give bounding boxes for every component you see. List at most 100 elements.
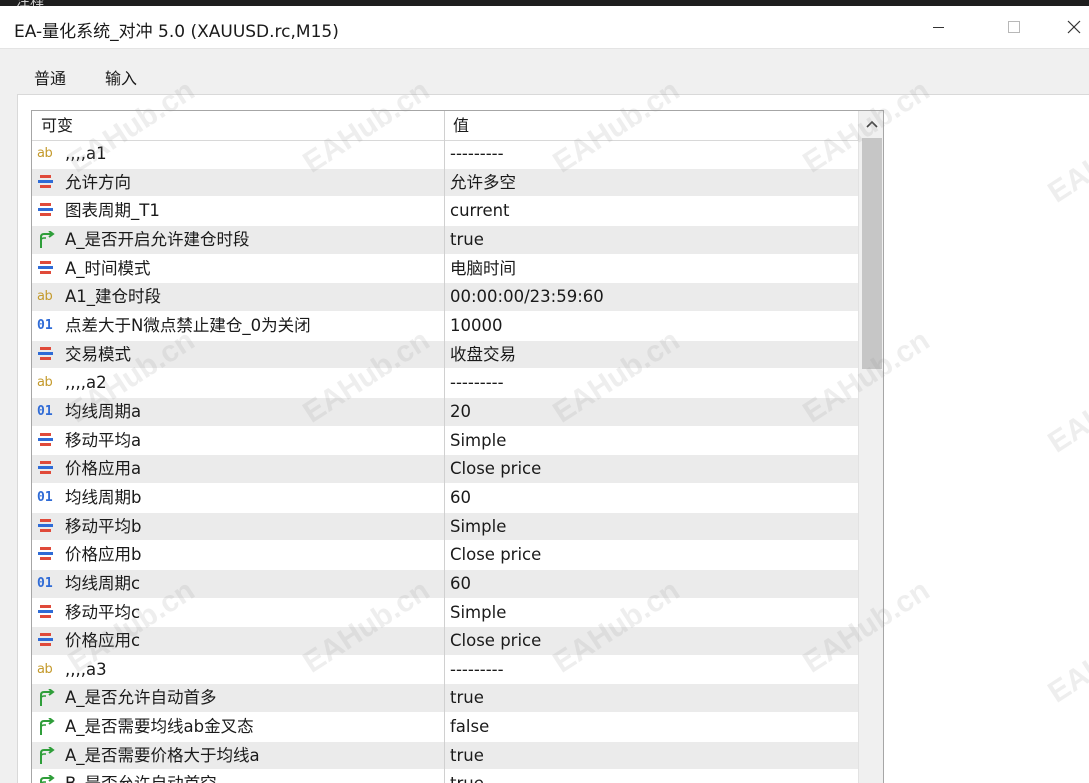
- tab-general[interactable]: 普通: [34, 65, 66, 95]
- bool-type-icon: [37, 717, 57, 736]
- table-row[interactable]: 01 均线周期b 60: [32, 484, 858, 513]
- parameter-value[interactable]: true: [450, 684, 484, 712]
- parameter-name: B_是否允许自动首空: [65, 770, 217, 783]
- int-type-icon: 01: [37, 575, 53, 591]
- parameter-value[interactable]: 电脑时间: [450, 255, 516, 283]
- parameter-name: A_时间模式: [65, 258, 151, 278]
- parameter-value[interactable]: 10000: [450, 312, 503, 340]
- table-row[interactable]: A_是否允许自动首多 true: [32, 684, 858, 714]
- table-row[interactable]: 价格应用a Close price: [32, 455, 858, 484]
- table-row[interactable]: 价格应用c Close price: [32, 627, 858, 656]
- table-row[interactable]: 交易模式 收盘交易: [32, 340, 858, 370]
- parameter-name: ,,,,a3: [65, 659, 107, 679]
- parameter-name: A_是否需要价格大于均线a: [65, 745, 260, 765]
- vertical-scrollbar[interactable]: [858, 111, 883, 783]
- table-row[interactable]: 01 均线周期a 20: [32, 397, 858, 427]
- scroll-thumb[interactable]: [862, 138, 882, 369]
- table-row[interactable]: A_是否开启允许建仓时段 true: [32, 225, 858, 255]
- enum-type-icon: [37, 174, 57, 192]
- parameter-value[interactable]: true: [450, 770, 484, 783]
- grid-rows: ab ,,,,a1 --------- 允许方向 允许多空 图表周期_T1 current A…: [32, 140, 858, 783]
- parameter-value[interactable]: current: [450, 197, 510, 225]
- table-row[interactable]: ab A1_建仓时段 00:00:00/23:59:60: [32, 283, 858, 312]
- parameter-value[interactable]: 允许多空: [450, 169, 516, 197]
- parameter-name: 移动平均c: [65, 602, 141, 622]
- parameter-value[interactable]: Close price: [450, 541, 541, 569]
- column-header-name[interactable]: 可变: [41, 111, 73, 140]
- close-button[interactable]: [1046, 6, 1089, 48]
- parameter-value[interactable]: Simple: [450, 513, 506, 541]
- int-type-icon: 01: [37, 317, 53, 333]
- parameter-name: 点差大于N微点禁止建仓_0为关闭: [65, 315, 311, 335]
- parameter-value[interactable]: ---------: [450, 140, 504, 168]
- parameter-value[interactable]: Simple: [450, 599, 506, 627]
- parameter-name: A_是否需要均线ab金叉态: [65, 717, 254, 737]
- parameter-value[interactable]: true: [450, 742, 484, 770]
- maximize-button[interactable]: [986, 6, 1042, 48]
- enum-type-icon: [37, 632, 57, 650]
- parameter-value[interactable]: 60: [450, 570, 471, 598]
- string-type-icon: ab: [37, 289, 53, 305]
- close-icon: [1067, 20, 1081, 34]
- window-title-bar[interactable]: EA-量化系统_对冲 5.0 (XAUUSD.rc,M15): [0, 6, 1089, 48]
- bool-type-icon: [37, 688, 57, 707]
- table-row[interactable]: 图表周期_T1 current: [32, 197, 858, 226]
- bool-type-icon: [37, 774, 57, 783]
- parameter-name: 价格应用c: [65, 631, 141, 651]
- parameter-value[interactable]: ---------: [450, 369, 504, 397]
- maximize-icon: [1008, 21, 1020, 33]
- tab-inputs[interactable]: 输入: [105, 65, 138, 97]
- enum-type-icon: [37, 518, 57, 536]
- parameter-name: 移动平均a: [65, 430, 142, 450]
- column-divider[interactable]: [444, 111, 445, 783]
- enum-type-icon: [37, 260, 57, 278]
- enum-type-icon: [37, 604, 57, 622]
- parameter-value[interactable]: 60: [450, 484, 471, 512]
- table-row[interactable]: B_是否允许自动首空 true: [32, 770, 858, 783]
- int-type-icon: 01: [37, 403, 53, 419]
- parameter-name: ,,,,a2: [65, 373, 107, 393]
- parameter-name: 均线周期c: [65, 573, 141, 593]
- parameter-value[interactable]: 收盘交易: [450, 341, 516, 369]
- parameter-name: 移动平均b: [65, 516, 142, 536]
- enum-type-icon: [37, 202, 57, 220]
- table-row[interactable]: A_是否需要价格大于均线a true: [32, 741, 858, 771]
- parameter-value[interactable]: true: [450, 226, 484, 254]
- parameter-name: 允许方向: [65, 172, 131, 192]
- bool-type-icon: [37, 745, 57, 765]
- grid-header: 可变 值: [32, 111, 858, 141]
- parameter-value[interactable]: Close price: [450, 627, 541, 655]
- table-row[interactable]: ab ,,,,a2 ---------: [32, 369, 858, 398]
- table-row[interactable]: ab ,,,,a3 ---------: [32, 656, 858, 685]
- parameter-value[interactable]: Close price: [450, 455, 541, 483]
- table-row[interactable]: 允许方向 允许多空: [32, 168, 858, 198]
- string-type-icon: ab: [37, 375, 53, 391]
- table-row[interactable]: 移动平均c Simple: [32, 599, 858, 628]
- parameter-value[interactable]: Simple: [450, 427, 506, 455]
- parameter-name: A_是否允许自动首多: [65, 688, 217, 708]
- table-row[interactable]: 01 点差大于N微点禁止建仓_0为关闭 10000: [32, 312, 858, 341]
- table-row[interactable]: A_是否需要均线ab金叉态 false: [32, 713, 858, 742]
- int-type-icon: 01: [37, 489, 53, 505]
- table-row[interactable]: 移动平均b Simple: [32, 512, 858, 542]
- inputs-grid: 可变 值 ab ,,,,a1 --------- 允许方向 允许多空 图表周期_T1 cur…: [31, 110, 884, 783]
- parameter-value[interactable]: 00:00:00/23:59:60: [450, 283, 604, 311]
- scroll-up-button[interactable]: [859, 111, 883, 137]
- minimize-button[interactable]: [910, 6, 966, 48]
- table-row[interactable]: A_时间模式 电脑时间: [32, 255, 858, 284]
- table-row[interactable]: 01 均线周期c 60: [32, 569, 858, 599]
- parameter-value[interactable]: false: [450, 713, 489, 741]
- parameter-name: 均线周期b: [65, 487, 142, 507]
- table-row[interactable]: 移动平均a Simple: [32, 427, 858, 456]
- parameter-value[interactable]: ---------: [450, 656, 504, 684]
- string-type-icon: ab: [37, 661, 53, 677]
- scroll-up-chevron-icon: [866, 120, 878, 128]
- column-header-value[interactable]: 值: [453, 111, 469, 140]
- enum-type-icon: [37, 346, 57, 364]
- table-row[interactable]: ab ,,,,a1 ---------: [32, 140, 858, 169]
- table-row[interactable]: 价格应用b Close price: [32, 541, 858, 570]
- enum-type-icon: [37, 460, 57, 478]
- parameter-name: A1_建仓时段: [65, 287, 162, 307]
- window-title: EA-量化系统_对冲 5.0 (XAUUSD.rc,M15): [14, 22, 339, 42]
- parameter-value[interactable]: 20: [450, 398, 471, 426]
